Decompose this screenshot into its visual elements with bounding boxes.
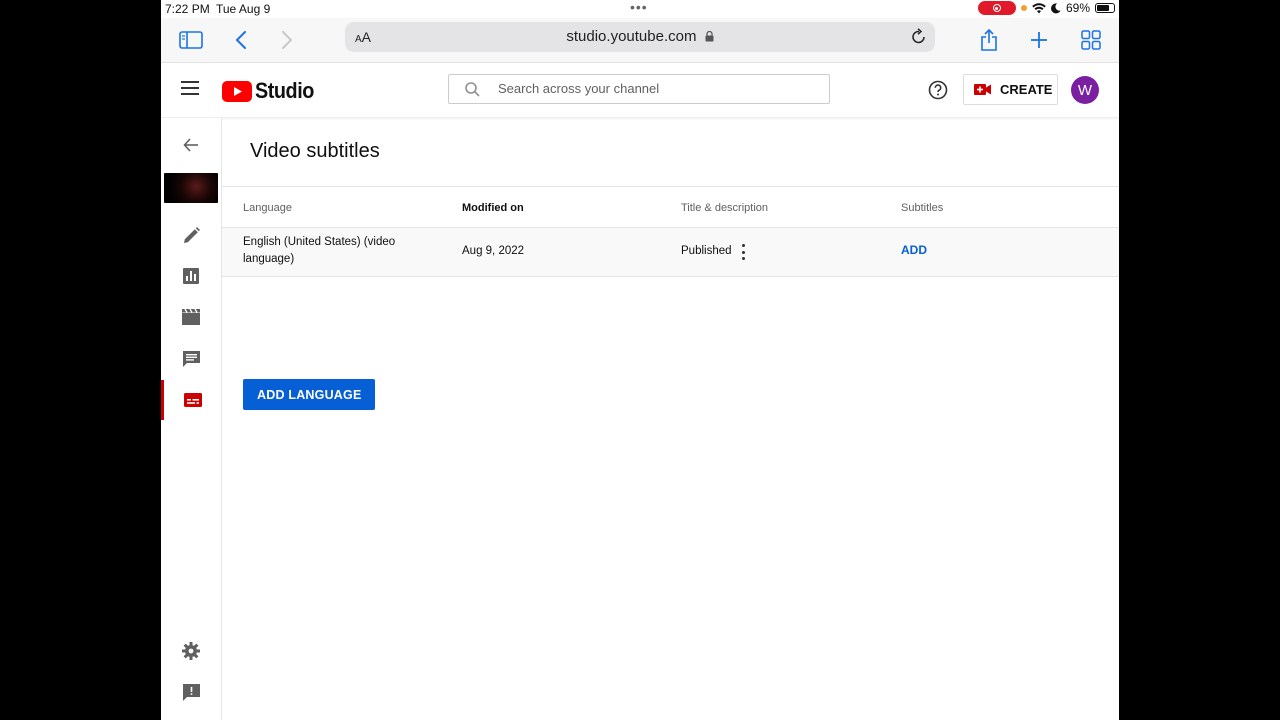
rail-details[interactable] [161,215,221,255]
url-text: studio.youtube.com [566,28,697,45]
video-thumbnail[interactable] [164,173,218,203]
share-icon[interactable] [975,26,1003,54]
new-tab-plus-icon[interactable] [1025,26,1053,54]
status-date: Tue Aug 9 [216,2,271,16]
add-language-button[interactable]: ADD LANGUAGE [243,379,376,410]
sidebar-toggle-icon[interactable] [177,26,205,54]
rail-analytics[interactable] [161,256,221,296]
address-bar[interactable]: AA studio.youtube.com [345,22,935,52]
rail-comments[interactable] [161,338,221,378]
studio-header: Studio CREATE W [161,63,1119,118]
back-to-content-button[interactable] [161,125,221,165]
column-header-modified[interactable]: Modified on [462,202,524,214]
create-button[interactable]: CREATE [963,74,1058,105]
rail-settings[interactable] [161,631,221,671]
youtube-play-logo-icon [222,80,252,102]
settings-icon [182,642,200,660]
modified-on-cell: Aug 9, 2022 [462,245,525,257]
pencil-icon [183,226,200,243]
left-rail [161,118,222,720]
studio-logo[interactable]: Studio [222,78,320,104]
comments-icon [182,350,200,367]
language-cell: English (United States) (video language) [243,234,395,268]
status-bar: 7:22 PM Tue Aug 9 ••• 69% [161,0,1119,18]
wifi-icon [1032,2,1046,13]
subtitles-icon [183,393,202,407]
page-title: Video subtitles [250,140,380,162]
url-display[interactable]: studio.youtube.com [345,28,935,45]
add-subtitles-link[interactable]: ADD [901,243,927,257]
rail-editor[interactable] [161,297,221,337]
title-description-status[interactable]: Published [681,243,732,260]
moon-icon [1051,2,1061,13]
lock-icon [705,31,714,42]
column-header-subtitles: Subtitles [901,202,944,214]
multitasking-dots-icon[interactable]: ••• [630,0,648,15]
clapperboard-icon [182,309,200,325]
language-text-line1: English (United States) (video [243,236,396,248]
column-header-title-description: Title & description [681,202,769,214]
table-row: English (United States) (video language)… [222,228,1119,277]
analytics-icon [183,268,199,284]
column-header-language: Language [243,202,292,214]
back-arrow-icon [183,138,198,152]
more-options-icon[interactable] [740,244,746,260]
search-icon [465,82,480,97]
tab-overview-icon[interactable] [1077,26,1105,54]
battery-percent: 69% [1065,1,1090,15]
search-input[interactable] [496,80,800,97]
status-time: 7:22 PM [165,2,210,16]
status-indicators: 69% [977,1,1115,15]
main-content: Video subtitles Language Modified on Tit… [222,118,1119,720]
forward-chevron-icon[interactable] [273,26,301,54]
create-label: CREATE [1000,82,1053,97]
channel-search[interactable] [448,74,830,104]
screen-recording-icon[interactable] [977,1,1016,15]
battery-icon [1095,3,1115,13]
feedback-icon [182,683,200,701]
ipad-screen: 7:22 PM Tue Aug 9 ••• 69% AA studio.yout… [161,0,1119,720]
help-icon[interactable] [928,80,948,100]
safari-toolbar: AA studio.youtube.com [161,18,1119,63]
rail-feedback[interactable] [161,672,221,712]
video-camera-add-icon [974,84,991,95]
language-text-line2: language) [243,253,295,265]
hamburger-menu-icon[interactable] [181,81,199,95]
reload-icon[interactable] [911,28,927,45]
mic-indicator-icon [1020,5,1027,11]
rail-subtitles[interactable] [161,380,221,420]
logo-text: Studio [255,78,314,103]
header-divider [222,186,1119,187]
account-avatar[interactable]: W [1071,76,1099,104]
back-chevron-icon[interactable] [227,26,255,54]
